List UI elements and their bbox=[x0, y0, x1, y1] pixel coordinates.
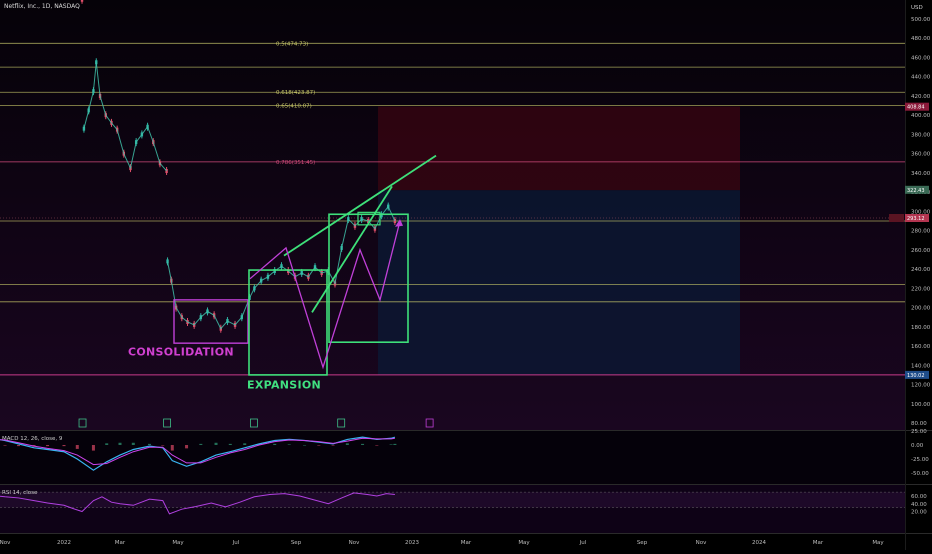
macd-histogram-bar bbox=[161, 445, 165, 446]
time-tick-label: 2023 bbox=[405, 540, 419, 546]
price-tick-label: 440.00 bbox=[911, 75, 931, 81]
time-tick-label: Sep bbox=[291, 540, 302, 546]
rsi-tick-label: 60.00 bbox=[911, 494, 927, 500]
rsi-tick-label: 40.00 bbox=[911, 502, 927, 508]
ticker-flag bbox=[889, 213, 904, 222]
macd-histogram-bar bbox=[91, 445, 95, 451]
price-tag-mid: 322.43 bbox=[907, 188, 925, 194]
macd-histogram-bar bbox=[170, 445, 174, 451]
price-tick-label: 260.00 bbox=[911, 248, 931, 254]
price-tick-label: 500.00 bbox=[911, 17, 931, 23]
position-tool-stop-zone bbox=[378, 106, 740, 191]
rsi-label: RSI 14, close bbox=[2, 490, 38, 496]
time-tick-label: Nov bbox=[696, 540, 707, 546]
expansion-label: EXPANSION bbox=[247, 378, 321, 391]
macd-histogram-bar bbox=[185, 445, 189, 449]
chart-svg[interactable]: 0.5(474.73) 0.618(423.87) 0.65(410.07) 0.78… bbox=[0, 0, 932, 550]
consolidation-label: CONSOLIDATION bbox=[128, 346, 234, 359]
macd-tick-label: -50.00 bbox=[911, 471, 929, 477]
macd-histogram-bar bbox=[287, 444, 291, 445]
macd-histogram-bar bbox=[118, 442, 122, 445]
candle-body bbox=[80, 0, 84, 2]
time-tick-label: Nov bbox=[349, 540, 360, 546]
time-tick-label: Jul bbox=[579, 540, 587, 546]
price-tick-label: 340.00 bbox=[911, 171, 931, 177]
price-tick-label: 180.00 bbox=[911, 325, 931, 331]
time-tick-label: May bbox=[172, 540, 184, 546]
macd-histogram-bar bbox=[75, 445, 79, 449]
macd-histogram-bar bbox=[393, 443, 397, 445]
chart-header-symbol: Netflix, Inc., 1D, NASDAQ bbox=[4, 3, 80, 10]
macd-histogram-bar bbox=[361, 443, 365, 445]
price-tick-label: 480.00 bbox=[911, 36, 931, 42]
macd-histogram-bar bbox=[345, 443, 349, 445]
price-tick-label: 240.00 bbox=[911, 267, 931, 273]
macd-histogram-bar bbox=[17, 445, 21, 447]
macd-histogram-bar bbox=[389, 444, 393, 445]
price-tick-label: 80.00 bbox=[911, 421, 927, 427]
price-tag-upper: 408.84 bbox=[907, 105, 925, 111]
price-tick-label: 100.00 bbox=[911, 402, 931, 408]
price-tag-lower: 130.02 bbox=[907, 373, 925, 379]
price-tick-label: 420.00 bbox=[911, 94, 931, 100]
price-tick-label: 160.00 bbox=[911, 344, 931, 350]
fib-label: 0.786(351.45) bbox=[276, 160, 315, 166]
time-tick-label: Mar bbox=[115, 540, 126, 546]
price-tag-current: 293.12 bbox=[907, 216, 925, 222]
macd-histogram-bar bbox=[105, 443, 109, 445]
time-tick-label: Sep bbox=[637, 540, 648, 546]
rsi-band bbox=[0, 492, 905, 508]
macd-histogram-bar bbox=[46, 445, 50, 447]
price-tick-label: 200.00 bbox=[911, 306, 931, 312]
macd-histogram-bar bbox=[147, 443, 151, 445]
price-tick-label: 460.00 bbox=[911, 55, 931, 61]
macd-histogram-bar bbox=[3, 445, 7, 446]
time-tick-label: Jul bbox=[232, 540, 240, 546]
price-tick-label: 120.00 bbox=[911, 383, 931, 389]
chart-container[interactable]: 0.5(474.73) 0.618(423.87) 0.65(410.07) 0.78… bbox=[0, 0, 932, 550]
macd-histogram-bar bbox=[214, 442, 218, 445]
fib-label: 0.5(474.73) bbox=[276, 41, 308, 47]
fib-label: 0.65(410.07) bbox=[276, 104, 312, 110]
fib-label: 0.618(423.87) bbox=[276, 90, 315, 96]
time-tick-label: 2022 bbox=[57, 540, 71, 546]
macd-histogram-bar bbox=[375, 445, 379, 446]
time-tick-label: May bbox=[518, 540, 530, 546]
price-tick-label: 280.00 bbox=[911, 229, 931, 235]
macd-histogram-bar bbox=[243, 443, 247, 445]
price-tick-label: 140.00 bbox=[911, 363, 931, 369]
time-tick-label: Mar bbox=[813, 540, 824, 546]
macd-histogram-bar bbox=[303, 445, 307, 446]
macd-tick-label: -25.00 bbox=[911, 457, 929, 463]
price-tick-label: 380.00 bbox=[911, 132, 931, 138]
macd-tick-label: 0.00 bbox=[911, 443, 924, 449]
macd-tick-label: 25.00 bbox=[911, 429, 927, 435]
price-tick-label: 220.00 bbox=[911, 286, 931, 292]
price-tick-label: 400.00 bbox=[911, 113, 931, 119]
macd-histogram-bar bbox=[199, 443, 203, 445]
macd-histogram-bar bbox=[331, 445, 335, 446]
price-tick-label: 360.00 bbox=[911, 152, 931, 158]
macd-pane bbox=[0, 431, 905, 484]
rsi-tick-label: 20.00 bbox=[911, 510, 927, 516]
macd-histogram-bar bbox=[273, 443, 277, 445]
macd-histogram-bar bbox=[131, 442, 135, 445]
macd-histogram-bar bbox=[62, 445, 66, 447]
time-tick-label: 2024 bbox=[752, 540, 766, 546]
time-tick-label: May bbox=[872, 540, 884, 546]
time-tick-label: Nov bbox=[0, 540, 11, 546]
time-tick-label: Mar bbox=[461, 540, 472, 546]
currency-label: USD bbox=[911, 5, 923, 11]
macd-histogram-bar bbox=[228, 443, 232, 445]
macd-histogram-bar bbox=[317, 445, 321, 446]
